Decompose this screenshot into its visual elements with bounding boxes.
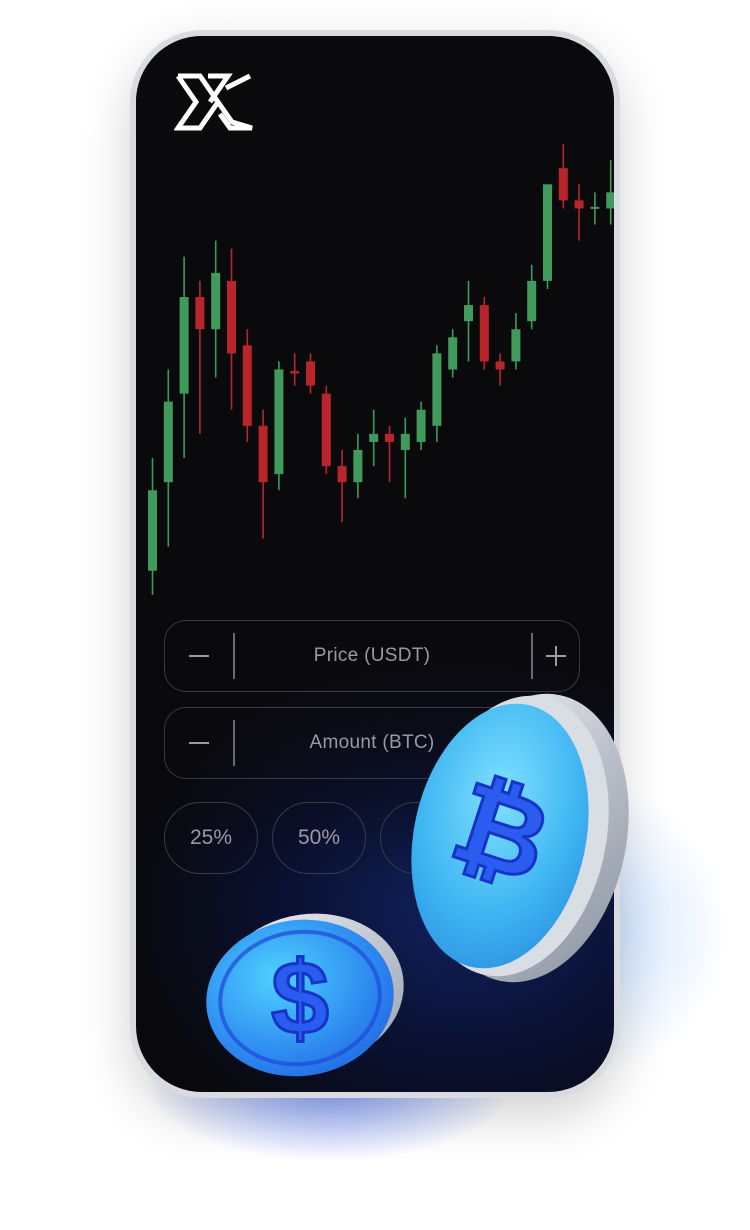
candle-body — [274, 369, 284, 475]
candle — [290, 353, 300, 386]
candle — [321, 385, 331, 475]
candle-body — [195, 297, 205, 330]
candle-body — [163, 401, 173, 483]
candle-body — [179, 297, 189, 394]
minus-icon — [189, 655, 209, 657]
candlestick-chart — [148, 144, 614, 595]
candle-body — [590, 206, 600, 209]
candle — [543, 184, 552, 289]
candle — [479, 297, 489, 370]
candle — [558, 144, 568, 209]
candle-body — [321, 393, 331, 467]
candle-body — [211, 272, 221, 330]
dollar-coin: $ — [206, 913, 404, 1077]
candle — [369, 409, 379, 467]
candle-body — [290, 371, 300, 374]
candle — [448, 329, 458, 378]
candle — [574, 184, 584, 241]
price-decrease-button[interactable] — [165, 621, 233, 691]
candle — [590, 192, 600, 225]
candle-body — [385, 433, 394, 442]
candle-body — [242, 345, 252, 426]
candle-body — [479, 305, 489, 362]
candle — [242, 329, 252, 442]
candle — [306, 353, 315, 394]
candle — [400, 417, 410, 499]
candle — [353, 433, 363, 499]
candle — [211, 240, 221, 378]
candle-body — [606, 192, 614, 209]
candle-body — [464, 305, 473, 322]
candle-body — [495, 361, 505, 370]
candle-body — [337, 466, 347, 483]
candle-body — [543, 184, 552, 281]
bitcoin-coin: ₿ — [411, 693, 629, 983]
percent-25-button[interactable]: 25% — [164, 802, 258, 874]
candle — [227, 248, 236, 410]
candle — [385, 425, 394, 483]
candle-body — [511, 329, 521, 362]
candle-body — [448, 337, 458, 370]
candle-body — [369, 433, 379, 442]
candle-body — [258, 425, 268, 483]
price-increase-button[interactable] — [533, 621, 579, 691]
candle — [432, 345, 442, 442]
percent-50-button[interactable]: 50% — [272, 802, 366, 874]
minus-icon — [189, 742, 209, 744]
candle-body — [432, 353, 442, 426]
candle — [163, 369, 173, 547]
candle — [511, 313, 521, 370]
candle — [179, 256, 189, 459]
price-field[interactable]: Price (USDT) — [164, 620, 580, 692]
candle — [195, 280, 205, 434]
candle — [606, 160, 614, 225]
candle — [495, 353, 505, 386]
candle-body — [527, 280, 537, 322]
candle — [258, 409, 268, 539]
amount-decrease-button[interactable] — [165, 708, 233, 778]
price-input[interactable]: Price (USDT) — [235, 621, 509, 691]
candle — [416, 401, 426, 450]
candle-body — [400, 433, 410, 450]
candle-body — [353, 449, 363, 483]
candle-body — [416, 409, 426, 442]
candle-body — [227, 280, 236, 354]
candle — [337, 449, 347, 523]
candle — [148, 458, 157, 595]
candle-body — [148, 490, 157, 571]
dollar-icon: $ — [271, 941, 329, 1057]
candle — [274, 361, 284, 491]
candle-body — [558, 168, 568, 201]
candle-body — [574, 200, 584, 209]
candle-body — [306, 361, 315, 386]
candle — [527, 264, 537, 330]
candle — [464, 280, 473, 362]
